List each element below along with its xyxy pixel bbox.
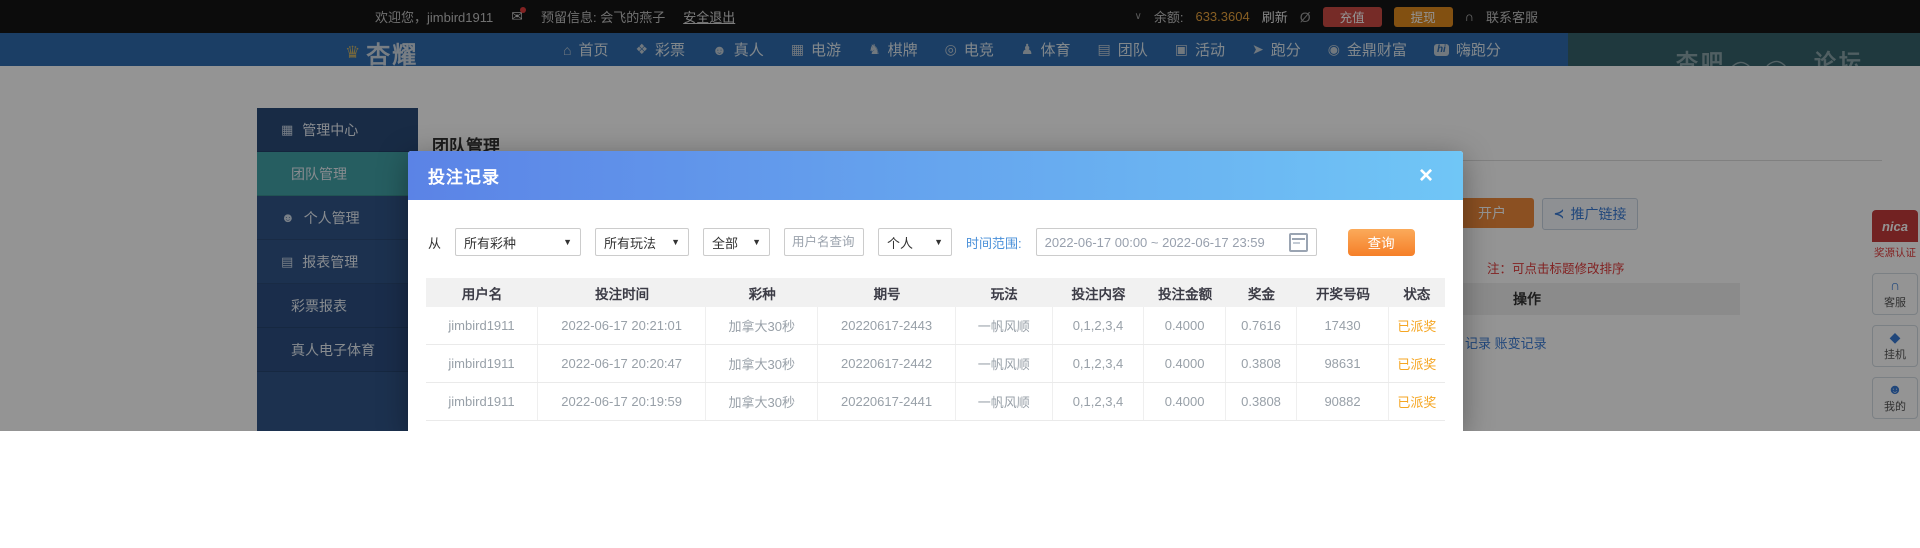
cell-issue: 20220617-2441 — [818, 383, 956, 420]
from-label: 从 — [428, 235, 442, 251]
select-arrow-icon: ▼ — [563, 237, 573, 247]
cell-status-badge: 已派奖 — [1397, 357, 1437, 372]
filter-bar: 从 所有彩种 ▼ 所有玩法 ▼ 全部 ▼ 个人 ▼ 时间范围: — [428, 228, 1463, 256]
cell-bet-time: 2022-06-17 20:21:01 — [538, 307, 707, 344]
close-icon[interactable]: × — [1419, 163, 1433, 188]
cell-play: 一帆风顺 — [956, 307, 1053, 344]
cell-prize: 0.7616 — [1226, 307, 1298, 344]
cell-content: 0,1,2,3,4 — [1053, 345, 1145, 382]
cell-username: jimbird1911 — [426, 383, 539, 420]
cell-status-badge: 已派奖 — [1397, 319, 1437, 334]
cell-content: 0,1,2,3,4 — [1053, 307, 1145, 344]
table-header-cell[interactable]: 用户名 — [426, 278, 538, 307]
table-header-cell[interactable]: 投注内容 — [1053, 278, 1145, 307]
browser-viewport: 欢迎您，jimbird1911 ✉ 预留信息: 会飞的燕子 安全退出 ∨ 余额:… — [0, 0, 1920, 431]
select-arrow-icon: ▼ — [752, 237, 762, 247]
cell-play: 一帆风顺 — [956, 345, 1053, 382]
cell-play: 一帆风顺 — [956, 383, 1053, 420]
lottery-type-select[interactable]: 所有彩种 ▼ — [455, 228, 582, 256]
username-search-input[interactable] — [784, 228, 865, 256]
scope-select[interactable]: 个人 ▼ — [878, 228, 953, 256]
time-range-label: 时间范围: — [966, 235, 1022, 251]
select-arrow-icon: ▼ — [934, 237, 944, 247]
cell-lottery: 加拿大30秒 — [706, 345, 819, 382]
table-header-cell[interactable]: 彩种 — [706, 278, 818, 307]
lottery-type-value: 所有彩种 — [464, 235, 517, 251]
table-row: jimbird1911 2022-06-17 20:20:47 加拿大30秒 2… — [426, 345, 1445, 383]
cell-amount: 0.4000 — [1144, 307, 1226, 344]
date-range-input[interactable]: 2022-06-17 00:00 ~ 2022-06-17 23:59 — [1035, 228, 1317, 256]
cell-result: 17430 — [1297, 307, 1389, 344]
cell-prize: 0.3808 — [1226, 383, 1298, 420]
cell-lottery: 加拿大30秒 — [706, 383, 819, 420]
cell-issue: 20220617-2442 — [818, 345, 956, 382]
table-body: jimbird1911 2022-06-17 20:21:01 加拿大30秒 2… — [426, 307, 1445, 421]
cell-bet-time: 2022-06-17 20:20:47 — [538, 345, 707, 382]
scope-value: 个人 — [887, 235, 914, 251]
cell-status-badge: 已派奖 — [1397, 395, 1437, 410]
date-range-value: 2022-06-17 00:00 ~ 2022-06-17 23:59 — [1044, 234, 1265, 250]
modal-title: 投注记录 — [428, 168, 500, 187]
calendar-icon[interactable] — [1288, 232, 1308, 252]
cell-result: 98631 — [1297, 345, 1389, 382]
table-header-cell[interactable]: 奖金 — [1226, 278, 1297, 307]
table-header-cell[interactable]: 状态 — [1389, 278, 1445, 307]
cell-amount: 0.4000 — [1144, 345, 1226, 382]
status-filter-value: 全部 — [712, 235, 739, 251]
table-header-cell[interactable]: 玩法 — [956, 278, 1053, 307]
table-header-cell[interactable]: 投注时间 — [538, 278, 706, 307]
table-row: jimbird1911 2022-06-17 20:19:59 加拿大30秒 2… — [426, 383, 1445, 421]
play-type-select[interactable]: 所有玩法 ▼ — [595, 228, 690, 256]
table-row: jimbird1911 2022-06-17 20:21:01 加拿大30秒 2… — [426, 307, 1445, 345]
cell-lottery: 加拿大30秒 — [706, 307, 819, 344]
table-header-cell[interactable]: 期号 — [818, 278, 956, 307]
cell-issue: 20220617-2443 — [818, 307, 956, 344]
cell-result: 90882 — [1297, 383, 1389, 420]
select-arrow-icon: ▼ — [671, 237, 681, 247]
play-type-value: 所有玩法 — [604, 235, 657, 251]
table-header-cell[interactable]: 投注金额 — [1144, 278, 1226, 307]
betting-records-modal: 投注记录 × 从 所有彩种 ▼ 所有玩法 ▼ 全部 ▼ 用户名查询 个人 ▼ 时… — [408, 151, 1463, 431]
screen: 欢迎您，jimbird1911 ✉ 预留信息: 会飞的燕子 安全退出 ∨ 余额:… — [0, 0, 1920, 548]
cell-username: jimbird1911 — [426, 345, 539, 382]
cell-amount: 0.4000 — [1144, 383, 1226, 420]
status-filter-select[interactable]: 全部 ▼ — [703, 228, 771, 256]
cell-username: jimbird1911 — [426, 307, 539, 344]
cell-prize: 0.3808 — [1226, 345, 1298, 382]
table-header-cell[interactable]: 开奖号码 — [1297, 278, 1389, 307]
cell-content: 0,1,2,3,4 — [1053, 383, 1145, 420]
search-button[interactable]: 查询 — [1347, 228, 1415, 256]
table-header-row: 用户名 投注时间 彩种 期号 玩法 投注内容 投注金额 奖金 开奖号码 状态 — [426, 278, 1445, 307]
betting-records-table: 用户名 投注时间 彩种 期号 玩法 投注内容 投注金额 奖金 开奖号码 状态 jimbird191… — [426, 278, 1445, 421]
cell-bet-time: 2022-06-17 20:19:59 — [538, 383, 707, 420]
modal-header: 投注记录 × — [408, 151, 1463, 200]
